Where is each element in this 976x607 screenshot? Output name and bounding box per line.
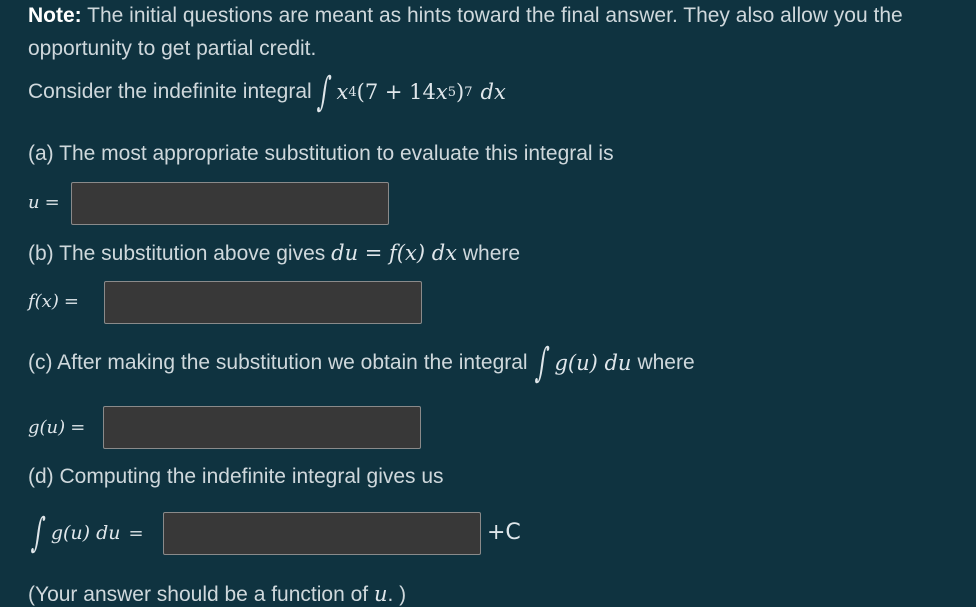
g-of-u: g(u) — [28, 417, 66, 438]
du-equation: du = f(x) dx — [331, 241, 458, 265]
part-a-text: (a) The most appropriate substitution to… — [28, 142, 614, 165]
dx: dx — [480, 80, 506, 104]
plus-c-constant: +C — [487, 520, 521, 545]
intro-text: Consider the indefinite integral — [28, 80, 312, 103]
note-text-line1: The initial questions are meant as hints… — [81, 4, 903, 27]
integral-sign-icon: ∫ — [315, 69, 333, 115]
footer-text: (Your answer should be a function of — [28, 583, 369, 606]
antiderivative-input[interactable] — [163, 512, 481, 555]
part-b-statement: (b) The substitution above gives du = f(… — [28, 241, 520, 266]
part-b-text: (b) The substitution above gives — [28, 242, 326, 265]
plus-sign: +C — [487, 520, 521, 545]
integral-statement: Consider the indefinite integral ∫ x 4 (7 … — [28, 69, 506, 115]
u-substitution-input[interactable] — [71, 182, 389, 225]
note-paragraph: Note: The initial questions are meant as… — [28, 4, 903, 28]
part-c-statement: (c) After making the substitution we obt… — [28, 340, 695, 386]
integral-sign-icon: ∫ — [30, 510, 47, 556]
f-of-x-input[interactable] — [104, 281, 422, 324]
part-c-label: g(u) = — [28, 417, 85, 438]
g-of-u-du: g(u) du — [554, 351, 632, 375]
f-of-x: f(x) — [28, 291, 59, 312]
part-b-label: f(x) = — [28, 291, 79, 312]
inner-power: 5 — [447, 84, 457, 100]
note-label: Note: — [28, 4, 82, 27]
x-power: 4 — [348, 84, 357, 100]
equals-sign: = — [70, 417, 86, 438]
integral-sign-icon: ∫ — [533, 340, 551, 386]
part-c-text: (c) After making the substitution we obt… — [28, 351, 528, 374]
equals-sign: = — [128, 522, 144, 544]
part-c-where: where — [637, 351, 695, 374]
footer-end: . ) — [387, 583, 407, 606]
part-d-label: ∫ g(u) du = — [28, 510, 144, 556]
inner-x: x — [435, 80, 448, 104]
part-b-where: where — [462, 242, 521, 265]
note-text-line2: opportunity to get partial credit. — [28, 37, 317, 60]
equals-sign: = — [63, 291, 79, 312]
equals-sign: = — [44, 192, 60, 213]
paren-close: ) — [456, 80, 465, 104]
footer-hint: (Your answer should be a function of u. … — [28, 582, 406, 607]
outer-power: 7 — [464, 84, 473, 100]
part-a-label: u = — [28, 192, 60, 213]
integrand-x: x — [336, 80, 349, 104]
g-of-u-input[interactable] — [103, 406, 421, 449]
g-of-u-du: g(u) du — [50, 522, 121, 544]
paren-open: (7 + 14 — [356, 80, 436, 104]
part-d-text: (d) Computing the indefinite integral gi… — [28, 465, 444, 488]
footer-u-var: u — [373, 582, 388, 606]
u-var: u — [28, 192, 40, 213]
